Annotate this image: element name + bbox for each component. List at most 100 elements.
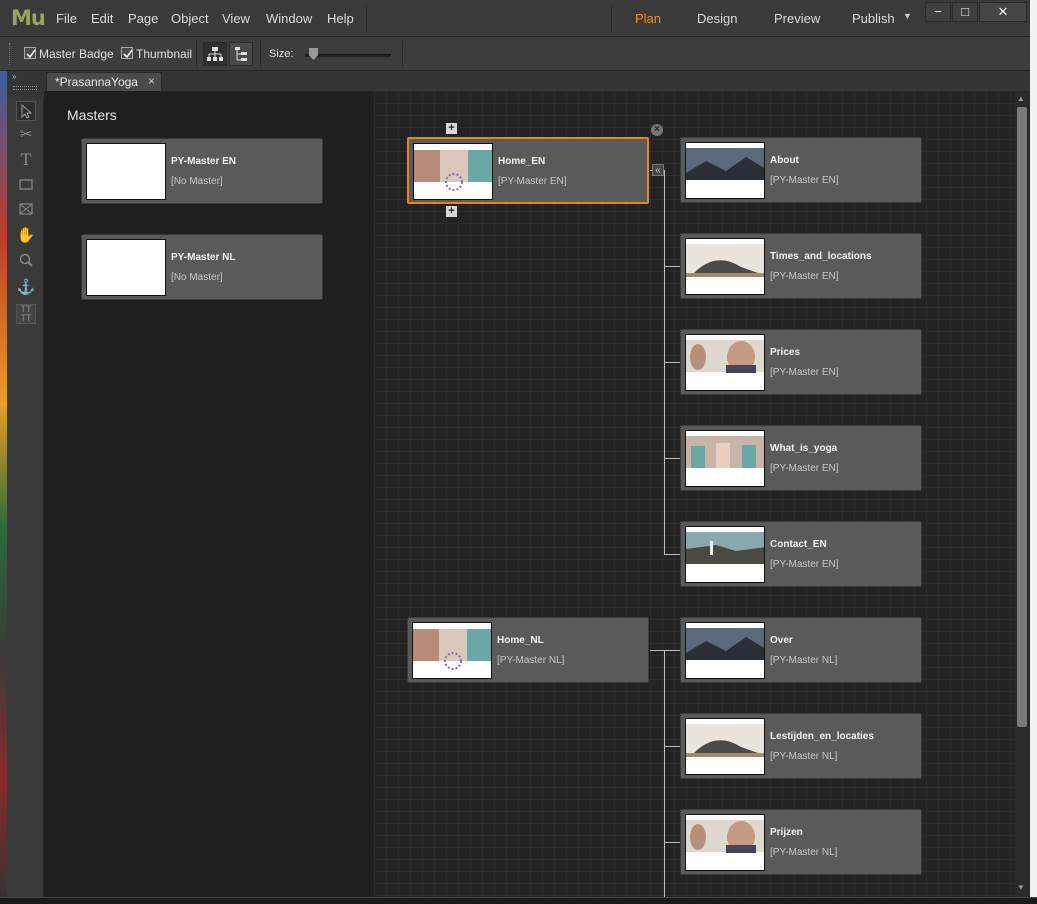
page-thumbnail bbox=[685, 526, 765, 583]
page-card[interactable]: What_is_yoga [PY-Master EN] bbox=[680, 425, 922, 491]
page-thumbnail bbox=[685, 238, 765, 295]
collapse-children-icon[interactable]: « bbox=[652, 164, 664, 176]
master-parent: [No Master] bbox=[171, 176, 223, 187]
tools-panel-header: » bbox=[7, 71, 44, 99]
connector-line bbox=[664, 266, 680, 267]
zoom-icon[interactable] bbox=[16, 251, 36, 271]
delete-page-icon[interactable]: × bbox=[651, 124, 663, 136]
connector-line bbox=[664, 362, 680, 363]
page-master: [PY-Master NL] bbox=[497, 655, 565, 666]
close-tab-icon[interactable]: × bbox=[148, 74, 155, 88]
page-thumbnail bbox=[685, 814, 765, 871]
checkmark-icon bbox=[26, 49, 36, 59]
size-label: Size: bbox=[269, 48, 294, 60]
add-page-below-icon[interactable]: + bbox=[446, 206, 457, 217]
page-card[interactable]: Contact_EN [PY-Master EN] bbox=[680, 521, 922, 587]
page-card-home-en[interactable]: Home_EN [PY-Master EN] bbox=[407, 137, 649, 204]
muse-window: Mu File Edit Page Object View Window Hel… bbox=[0, 0, 1037, 904]
tree-view-button[interactable] bbox=[203, 42, 227, 66]
page-thumbnail bbox=[685, 142, 765, 199]
document-tab[interactable]: *PrasannaYoga × bbox=[46, 72, 162, 91]
connector-line bbox=[664, 554, 680, 555]
page-name: Lestijden_en_locaties bbox=[770, 731, 874, 742]
page-card[interactable]: Prices [PY-Master EN] bbox=[680, 329, 922, 395]
page-card[interactable]: Times_and_locations [PY-Master EN] bbox=[680, 233, 922, 299]
scrollbar-thumb[interactable] bbox=[1017, 107, 1027, 727]
page-card[interactable]: Over [PY-Master NL] bbox=[680, 617, 922, 683]
masters-heading: Masters bbox=[67, 107, 117, 123]
page-master: [PY-Master EN] bbox=[770, 559, 839, 570]
menu-window[interactable]: Window bbox=[266, 11, 312, 26]
maximize-button[interactable]: □ bbox=[952, 2, 978, 22]
crop-icon[interactable]: ✂ bbox=[16, 125, 36, 145]
anchor-icon[interactable]: ⚓ bbox=[16, 278, 36, 298]
text-frame-icon[interactable]: TT TT bbox=[16, 304, 36, 324]
page-master: [PY-Master NL] bbox=[770, 655, 838, 666]
publish-dropdown-icon[interactable]: ▼ bbox=[903, 11, 912, 21]
thumbnail-label: Thumbnail bbox=[136, 47, 193, 61]
minimize-button[interactable]: − bbox=[925, 2, 951, 22]
mode-plan[interactable]: Plan bbox=[635, 11, 661, 26]
page-thumbnail bbox=[86, 239, 166, 296]
page-master: [PY-Master EN] bbox=[770, 175, 839, 186]
vertical-scrollbar[interactable]: ▲ ▼ bbox=[1015, 91, 1030, 897]
expand-panel-icon[interactable]: » bbox=[12, 72, 16, 81]
menu-object[interactable]: Object bbox=[171, 11, 209, 26]
mode-publish[interactable]: Publish bbox=[852, 11, 895, 26]
page-name: Home_EN bbox=[498, 156, 546, 167]
selection-icon[interactable] bbox=[16, 101, 36, 121]
rectangle-icon[interactable] bbox=[16, 175, 36, 195]
page-master: [PY-Master NL] bbox=[770, 847, 838, 858]
masters-area: Masters PY-Master EN [No Master] PY-Mast… bbox=[44, 91, 374, 897]
tools-panel: » ✂ T ✋ ⚓ TT TT bbox=[7, 71, 44, 904]
toolbar-divider bbox=[196, 41, 197, 67]
add-page-above-icon[interactable]: + bbox=[446, 123, 457, 134]
menu-view[interactable]: View bbox=[222, 11, 250, 26]
page-master: [PY-Master EN] bbox=[770, 271, 839, 282]
master-card[interactable]: PY-Master EN [No Master] bbox=[81, 138, 323, 204]
page-master: [PY-Master EN] bbox=[770, 367, 839, 378]
size-slider-thumb[interactable] bbox=[309, 48, 318, 60]
menu-file[interactable]: File bbox=[56, 11, 77, 26]
page-thumbnail bbox=[685, 430, 765, 487]
mode-design[interactable]: Design bbox=[697, 11, 737, 26]
page-thumbnail bbox=[685, 622, 765, 679]
sitemap-list-icon bbox=[235, 47, 247, 61]
page-card[interactable]: Prijzen [PY-Master NL] bbox=[680, 809, 922, 875]
master-card[interactable]: PY-Master NL [No Master] bbox=[81, 234, 323, 300]
scroll-up-icon[interactable]: ▲ bbox=[1017, 94, 1025, 103]
connector-line bbox=[664, 650, 665, 897]
document-tab-strip bbox=[44, 71, 1030, 91]
page-thumbnail bbox=[86, 143, 166, 200]
hand-icon[interactable]: ✋ bbox=[16, 226, 36, 246]
page-card[interactable]: Lestijden_en_locaties [PY-Master NL] bbox=[680, 713, 922, 779]
master-badge-label: Master Badge bbox=[39, 47, 114, 61]
plan-canvas: Masters PY-Master EN [No Master] PY-Mast… bbox=[44, 91, 1015, 897]
menu-help[interactable]: Help bbox=[327, 11, 354, 26]
window-edge bbox=[1030, 0, 1037, 904]
frame-icon[interactable] bbox=[16, 200, 36, 220]
connector-line bbox=[664, 746, 680, 747]
page-name: Contact_EN bbox=[770, 539, 827, 550]
toolbar-divider bbox=[402, 41, 403, 67]
mode-preview[interactable]: Preview bbox=[774, 11, 820, 26]
page-name: Over bbox=[770, 635, 793, 646]
text-icon[interactable]: T bbox=[16, 150, 36, 170]
menu-edit[interactable]: Edit bbox=[91, 11, 113, 26]
menu-page[interactable]: Page bbox=[128, 11, 158, 26]
scroll-down-icon[interactable]: ▼ bbox=[1017, 883, 1025, 892]
thumbnail-checkbox[interactable] bbox=[121, 47, 133, 59]
page-card[interactable]: About [PY-Master EN] bbox=[680, 137, 922, 203]
page-thumbnail bbox=[685, 334, 765, 391]
page-card-home-nl[interactable]: Home_NL [PY-Master NL] bbox=[407, 617, 649, 683]
page-name: Times_and_locations bbox=[770, 251, 872, 262]
master-badge-checkbox[interactable] bbox=[24, 47, 36, 59]
page-name: What_is_yoga bbox=[770, 443, 838, 454]
connector-line bbox=[650, 650, 680, 651]
list-view-button[interactable] bbox=[229, 42, 253, 66]
master-name: PY-Master NL bbox=[171, 252, 236, 263]
toolbar-grip bbox=[9, 43, 12, 65]
close-button[interactable]: ✕ bbox=[979, 2, 1027, 22]
page-name: Prijzen bbox=[770, 827, 803, 838]
connector-line bbox=[664, 458, 680, 459]
